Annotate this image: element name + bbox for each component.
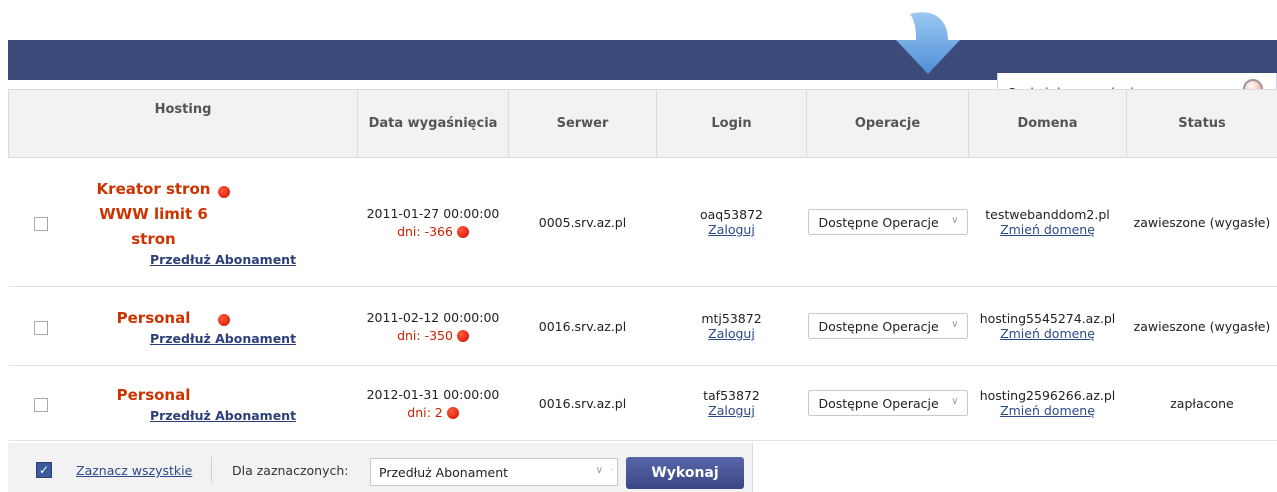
bulk-actions-bar: ✓ Zaznacz wszystkie Dla zaznaczonych: Pr… — [8, 443, 753, 492]
renew-link[interactable]: Przedłuż Abonament — [150, 408, 296, 423]
login-value: oaq53872 — [699, 207, 763, 222]
expiry-date: 2011-02-12 00:00:00 — [366, 309, 500, 325]
hosting-cell: Kreator stron WWW limit 6 stron Przedłuż… — [72, 157, 358, 287]
header-server[interactable]: Serwer — [508, 89, 657, 158]
separator-icon: · — [609, 465, 613, 476]
status-dot-icon — [456, 330, 469, 342]
days-left: dni: -366 — [358, 224, 509, 239]
operations-cell: Dostępne Operacje ∨ — [806, 286, 969, 366]
chevron-down-icon: ∨ — [951, 396, 959, 407]
plan-name: Kreator stron WWW limit 6 stron — [96, 180, 211, 248]
chevron-down-icon: ∨ — [951, 319, 959, 330]
table-row: Personal Przedłuż Abonament 2012-01-31 0… — [8, 365, 1277, 441]
hosting-cell: Personal Przedłuż Abonament — [72, 286, 358, 366]
table-row: Personal Przedłuż Abonament 2011-02-12 0… — [8, 286, 1277, 366]
login-value: mtj53872 — [701, 311, 762, 326]
renew-link[interactable]: Przedłuż Abonament — [150, 252, 296, 267]
status-dot-icon — [456, 226, 469, 238]
days-left: dni: 2 — [358, 405, 509, 420]
change-domain-link[interactable]: Zmień domenę — [1000, 222, 1095, 237]
table-header-row: Hosting Data wygaśnięcia Serwer Login Op… — [8, 89, 1277, 158]
hosting-cell: Personal Przedłuż Abonament — [72, 365, 358, 441]
hosting-table: Hosting Data wygaśnięcia Serwer Login Op… — [8, 89, 1277, 441]
header-login[interactable]: Login — [656, 89, 807, 158]
login-cell: mtj53872 Zaloguj — [656, 286, 807, 366]
days-left: dni: -350 — [358, 328, 509, 343]
arrow-down-icon — [896, 12, 960, 74]
header-expiry-date[interactable]: Data wygaśnięcia — [357, 89, 509, 158]
row-checkbox[interactable] — [33, 320, 48, 335]
plan-name: Personal — [116, 309, 191, 327]
expiry-date: 2012-01-31 00:00:00 — [366, 386, 500, 402]
row-checkbox[interactable] — [33, 216, 48, 231]
table-row: Kreator stron WWW limit 6 stron Przedłuż… — [8, 157, 1277, 287]
domain-value: hosting5545274.az.pl — [979, 311, 1116, 326]
operations-dropdown[interactable]: Dostępne Operacje ∨ — [807, 209, 968, 235]
server-cell: 0016.srv.az.pl — [508, 286, 657, 366]
status-dot-icon — [446, 407, 459, 419]
select-all-checkbox[interactable]: ✓ — [36, 462, 52, 478]
domain-value: testwebanddom2.pl — [985, 207, 1110, 222]
row-checkbox[interactable] — [33, 397, 48, 412]
expiry-cell: 2011-01-27 00:00:00 dni: -366 — [357, 157, 509, 287]
renew-link[interactable]: Przedłuż Abonament — [150, 331, 296, 346]
plan-name: Personal — [116, 386, 191, 404]
change-domain-link[interactable]: Zmień domenę — [1000, 403, 1095, 418]
login-value: taf53872 — [703, 388, 760, 403]
server-cell: 0016.srv.az.pl — [508, 365, 657, 441]
status-dot-icon — [217, 186, 230, 198]
chevron-down-icon: ∨ — [951, 215, 959, 226]
server-cell: 0005.srv.az.pl — [508, 157, 657, 287]
login-cell: taf53872 Zaloguj — [656, 365, 807, 441]
login-cell: oaq53872 Zaloguj — [656, 157, 807, 287]
operations-cell: Dostępne Operacje ∨ — [806, 157, 969, 287]
bulk-action-dropdown[interactable]: Przedłuż Abonament ∨ · — [370, 458, 618, 486]
status-cell: zawieszone (wygasłe) — [1126, 157, 1277, 287]
expiry-date: 2011-01-27 00:00:00 — [366, 205, 500, 221]
divider — [211, 457, 212, 483]
execute-button[interactable]: Wykonaj — [626, 457, 744, 489]
domain-cell: hosting5545274.az.pl Zmień domenę — [968, 286, 1127, 366]
login-link[interactable]: Zaloguj — [708, 326, 755, 341]
for-selected-label: Dla zaznaczonych: — [232, 463, 349, 478]
status-dot-icon — [217, 314, 230, 326]
domain-value: hosting2596266.az.pl — [979, 388, 1116, 403]
change-domain-link[interactable]: Zmień domenę — [1000, 326, 1095, 341]
chevron-down-icon: ∨ — [595, 465, 603, 476]
status-cell: zawieszone (wygasłe) — [1126, 286, 1277, 366]
header-hosting[interactable]: Hosting — [8, 89, 358, 158]
operations-cell: Dostępne Operacje ∨ — [806, 365, 969, 441]
select-all-link[interactable]: Zaznacz wszystkie — [76, 463, 192, 478]
domain-cell: testwebanddom2.pl Zmień domenę — [968, 157, 1127, 287]
header-status[interactable]: Status — [1126, 89, 1277, 158]
expiry-cell: 2012-01-31 00:00:00 dni: 2 — [357, 365, 509, 441]
login-link[interactable]: Zaloguj — [708, 403, 755, 418]
operations-dropdown[interactable]: Dostępne Operacje ∨ — [807, 313, 968, 339]
domain-cell: hosting2596266.az.pl Zmień domenę — [968, 365, 1127, 441]
login-link[interactable]: Zaloguj — [708, 222, 755, 237]
expiry-cell: 2011-02-12 00:00:00 dni: -350 — [357, 286, 509, 366]
status-cell: zapłacone — [1126, 365, 1277, 441]
header-domain[interactable]: Domena — [968, 89, 1127, 158]
operations-dropdown[interactable]: Dostępne Operacje ∨ — [807, 390, 968, 416]
header-operations[interactable]: Operacje — [806, 89, 969, 158]
